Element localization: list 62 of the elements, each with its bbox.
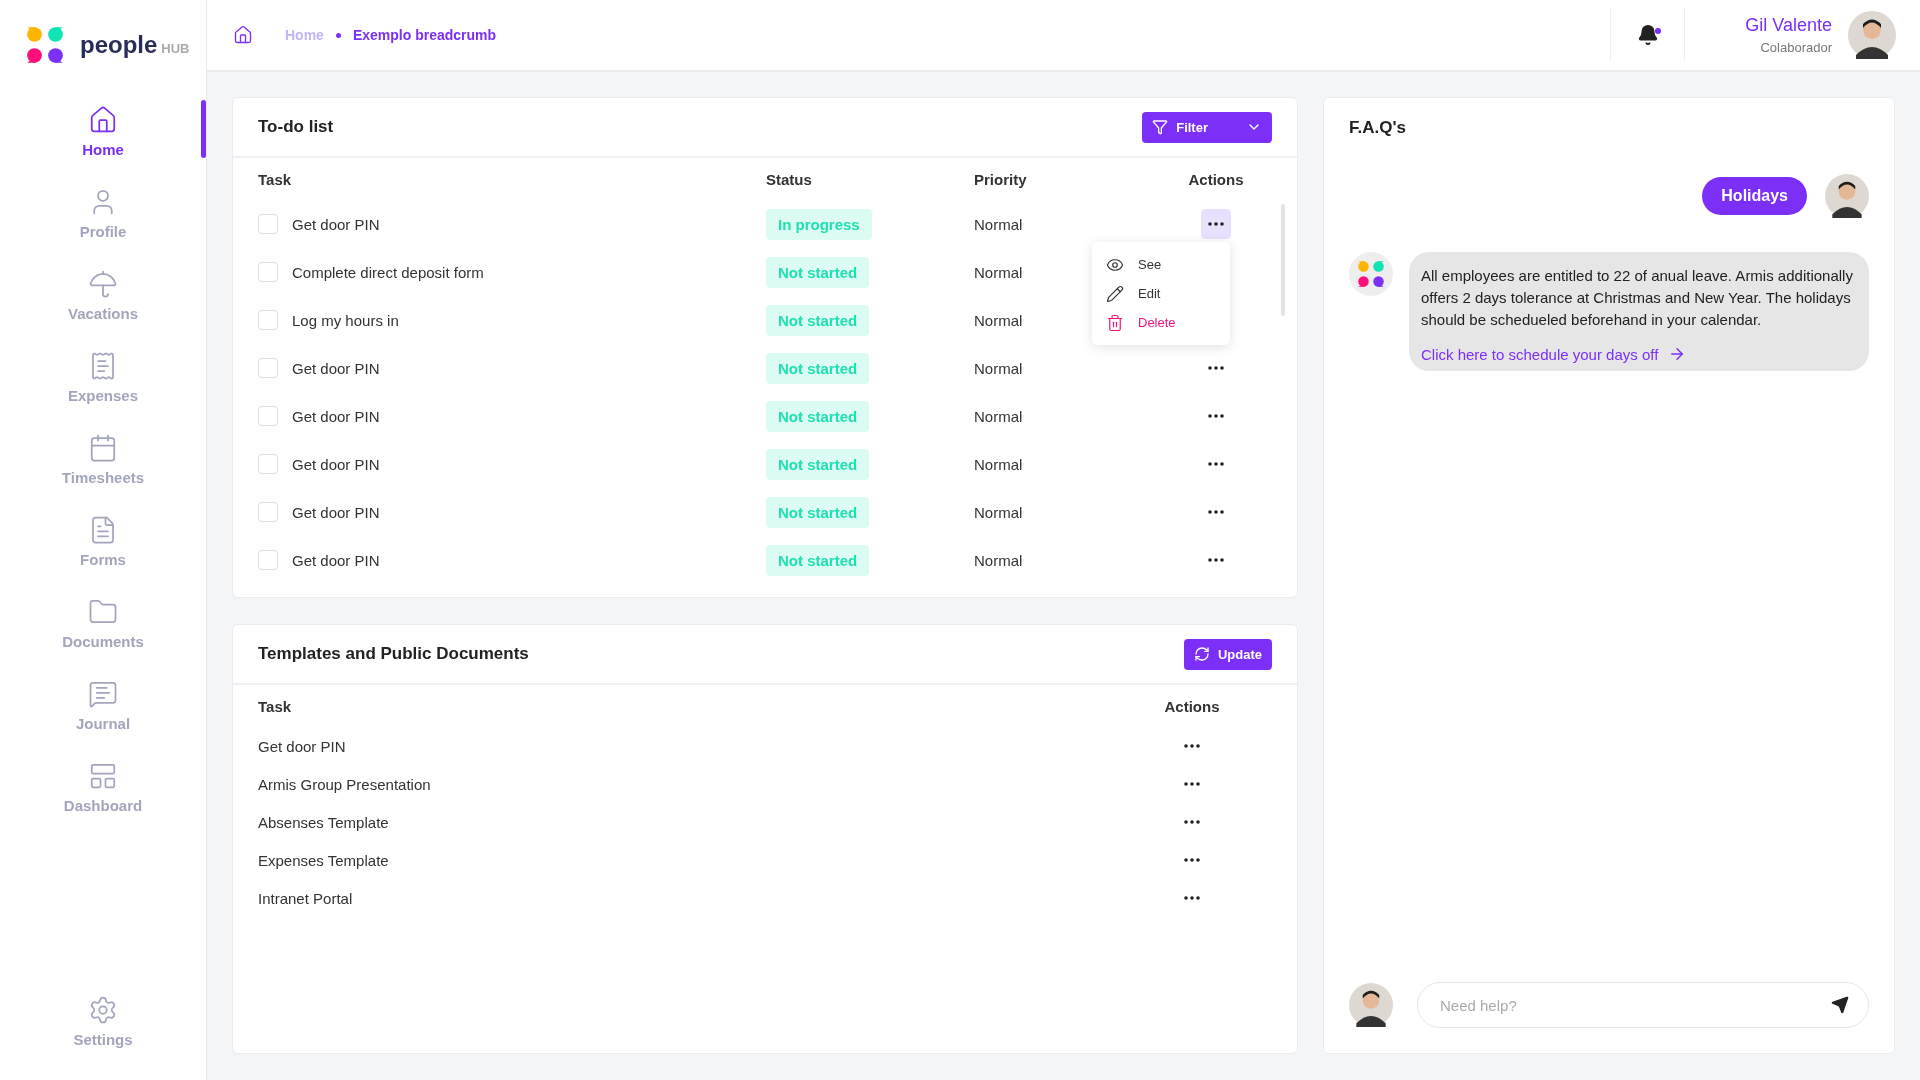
chat-input[interactable]: Need help? <box>1417 982 1869 1028</box>
sidebar-item[interactable]: Forms <box>0 500 206 582</box>
card-title: To-do list <box>258 117 334 137</box>
column-header: Status <box>766 170 813 188</box>
column-header: Actions <box>1188 170 1244 188</box>
sidebar-item[interactable]: Vacations <box>0 254 206 336</box>
column-header: Task <box>258 697 293 715</box>
card-title: F.A.Q's <box>1349 118 1406 138</box>
update-button[interactable]: Update <box>1183 638 1272 670</box>
status-badge: Not started <box>766 400 870 432</box>
schedule-link[interactable]: Click here to schedule your days off <box>1421 345 1857 363</box>
sidebar-item[interactable]: Timesheets <box>0 418 206 500</box>
status-badge: Not started <box>766 352 870 384</box>
column-header: Task <box>258 170 293 188</box>
document-name: Get door PIN <box>258 737 346 755</box>
column-header: Actions <box>1164 697 1220 715</box>
priority-text: Normal <box>974 215 1023 233</box>
task-name: Get door PIN <box>292 359 380 377</box>
priority-text: Normal <box>974 503 1023 521</box>
status-badge: Not started <box>766 496 870 528</box>
sidebar-item[interactable]: Home <box>0 90 206 172</box>
priority-text: Normal <box>974 455 1023 473</box>
menu-item[interactable]: See <box>1092 250 1230 279</box>
user-name: Gil Valente <box>1745 15 1832 36</box>
sidebar-item[interactable]: Documents <box>0 582 206 664</box>
document-name: Absenses Template <box>258 813 389 831</box>
priority-text: Normal <box>974 359 1023 377</box>
brand-name: people HUB <box>80 31 190 59</box>
task-name: Complete direct deposit form <box>292 263 484 281</box>
task-name: Get door PIN <box>292 407 380 425</box>
document-name: Armis Group Presentation <box>258 775 431 793</box>
sidebar-item[interactable]: Expenses <box>0 336 206 418</box>
breadcrumb-link[interactable]: Exemplo breadcrumb <box>352 27 497 43</box>
question-chip[interactable]: Holidays <box>1702 177 1807 215</box>
status-badge: Not started <box>766 304 870 336</box>
menu-item[interactable]: Delete <box>1092 308 1230 337</box>
task-name: Log my hours in <box>292 311 399 329</box>
status-badge: Not started <box>766 448 870 480</box>
priority-text: Normal <box>974 551 1023 569</box>
sidebar-item[interactable]: Journal <box>0 664 206 746</box>
task-name: Get door PIN <box>292 215 380 233</box>
status-badge: In progress <box>766 208 872 240</box>
task-name: Get door PIN <box>292 551 380 569</box>
sidebar-item[interactable]: Dashboard <box>0 746 206 828</box>
column-header: Priority <box>974 170 1028 188</box>
sidebar-item[interactable]: Settings <box>0 980 206 1062</box>
priority-text: Normal <box>974 263 1023 281</box>
menu-item[interactable]: Edit <box>1092 279 1230 308</box>
status-badge: Not started <box>766 544 870 576</box>
answer-text: All employees are entitled to 22 of anual leave. Armis additionally offers 2 days tolerance at Christmas and New Year. The holidays should be schedueled beforehand in your calendar. <box>1421 266 1854 330</box>
filter-button[interactable]: Filter <box>1142 111 1272 143</box>
sidebar-item[interactable]: Profile <box>0 172 206 254</box>
card-title: Templates and Public Documents <box>258 644 529 664</box>
task-name: Get door PIN <box>292 503 380 521</box>
status-badge: Not started <box>766 256 870 288</box>
priority-text: Normal <box>974 311 1023 329</box>
priority-text: Normal <box>974 407 1023 425</box>
document-name: Intranet Portal <box>258 889 353 907</box>
task-name: Get door PIN <box>292 455 380 473</box>
document-name: Expenses Template <box>258 851 389 869</box>
user-role: Colaborador <box>1760 40 1832 55</box>
breadcrumb-link[interactable]: Home <box>285 27 324 43</box>
